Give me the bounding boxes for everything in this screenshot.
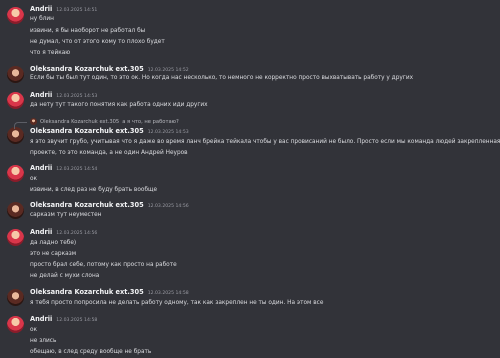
reply-text: а я что, не работаю?: [122, 118, 179, 125]
reply-connector: [14, 122, 27, 129]
message-header: Andrii 12.03.2025 14:58: [30, 315, 97, 323]
message-text: ок: [30, 327, 38, 333]
author-name[interactable]: Andrii: [30, 5, 52, 13]
message-text: да нету тут такого понятия как работа од…: [30, 102, 208, 108]
author-name[interactable]: Oleksandra Kozarchuk ext.305: [30, 65, 144, 73]
message-text: ну блин: [30, 16, 54, 22]
avatar[interactable]: [7, 229, 24, 246]
message-header: Andrii 12.03.2025 14:53: [30, 91, 97, 99]
message-header: Oleksandra Kozarchuk ext.305 12.03.2025 1…: [30, 65, 189, 73]
message-text: сарказм тут неуместен: [30, 212, 102, 218]
message-text: что я тейкаю: [30, 50, 71, 56]
chat-messages: Andrii 12.03.2025 14:51 ну блин извини, я б…: [0, 0, 500, 358]
message-header: Oleksandra Kozarchuk ext.305 12.03.2025 1…: [30, 127, 189, 135]
timestamp: 12.03.2025 14:56: [147, 204, 189, 209]
timestamp: 12.03.2025 14:58: [56, 318, 98, 323]
avatar[interactable]: [7, 127, 24, 144]
reply-reference[interactable]: Oleksandra Kozarchuk ext.305 а я что, не …: [30, 118, 179, 125]
message-header: Oleksandra Kozarchuk ext.305 12.03.2025 1…: [30, 201, 189, 209]
author-name[interactable]: Andrii: [30, 315, 52, 323]
timestamp: 12.03.2025 14:53: [147, 130, 189, 135]
avatar[interactable]: [7, 202, 24, 219]
message-text: не думал, что от этого кому то плохо буд…: [30, 39, 165, 45]
timestamp: 12.03.2025 14:56: [56, 231, 98, 236]
avatar[interactable]: [7, 316, 24, 333]
author-name[interactable]: Oleksandra Kozarchuk ext.305: [30, 127, 144, 135]
message-text: обещаю, в след среду вообще не брать: [30, 349, 152, 355]
timestamp: 12.03.2025 14:51: [56, 8, 98, 13]
message-text: я это звучит грубо, учитывая что я даже …: [30, 139, 500, 145]
message-text: это не сарказм: [30, 251, 77, 257]
message-text: не злись: [30, 338, 57, 344]
message-header: Andrii 12.03.2025 14:56: [30, 228, 97, 236]
message-header: Andrii 12.03.2025 14:51: [30, 5, 97, 13]
message-text: Если бы ты был тут один, то это ок. Но к…: [30, 75, 414, 81]
message-header: Andrii 12.03.2025 14:54: [30, 164, 97, 172]
timestamp: 12.03.2025 14:58: [147, 291, 189, 296]
timestamp: 12.03.2025 14:52: [147, 68, 189, 73]
message-text: не делай с мухи слона: [30, 273, 100, 279]
avatar[interactable]: [7, 66, 24, 83]
author-name[interactable]: Andrii: [30, 228, 52, 236]
reply-avatar: [30, 118, 37, 125]
message-text: извини, в след раз не буду брать вообще: [30, 187, 158, 193]
message-text: проекте, то это команда, а не один Андре…: [30, 150, 188, 156]
message-text: да ладно тебе): [30, 240, 77, 246]
author-name[interactable]: Oleksandra Kozarchuk ext.305: [30, 288, 144, 296]
avatar[interactable]: [7, 289, 24, 306]
message-text: просто брал себе, потому как просто на р…: [30, 262, 177, 268]
message-text: извини, я бы наоборот не работал бы: [30, 28, 146, 34]
author-name[interactable]: Andrii: [30, 164, 52, 172]
timestamp: 12.03.2025 14:54: [56, 167, 98, 172]
author-name[interactable]: Oleksandra Kozarchuk ext.305: [30, 201, 144, 209]
avatar[interactable]: [7, 7, 24, 24]
timestamp: 12.03.2025 14:53: [56, 94, 98, 99]
message-header: Oleksandra Kozarchuk ext.305 12.03.2025 1…: [30, 288, 189, 296]
reply-author: Oleksandra Kozarchuk ext.305: [40, 118, 120, 125]
message-text: ок: [30, 176, 38, 182]
author-name[interactable]: Andrii: [30, 91, 52, 99]
avatar[interactable]: [7, 92, 24, 109]
message-text: я тебя просто попросила не делать работу…: [30, 300, 324, 306]
avatar[interactable]: [7, 165, 24, 182]
